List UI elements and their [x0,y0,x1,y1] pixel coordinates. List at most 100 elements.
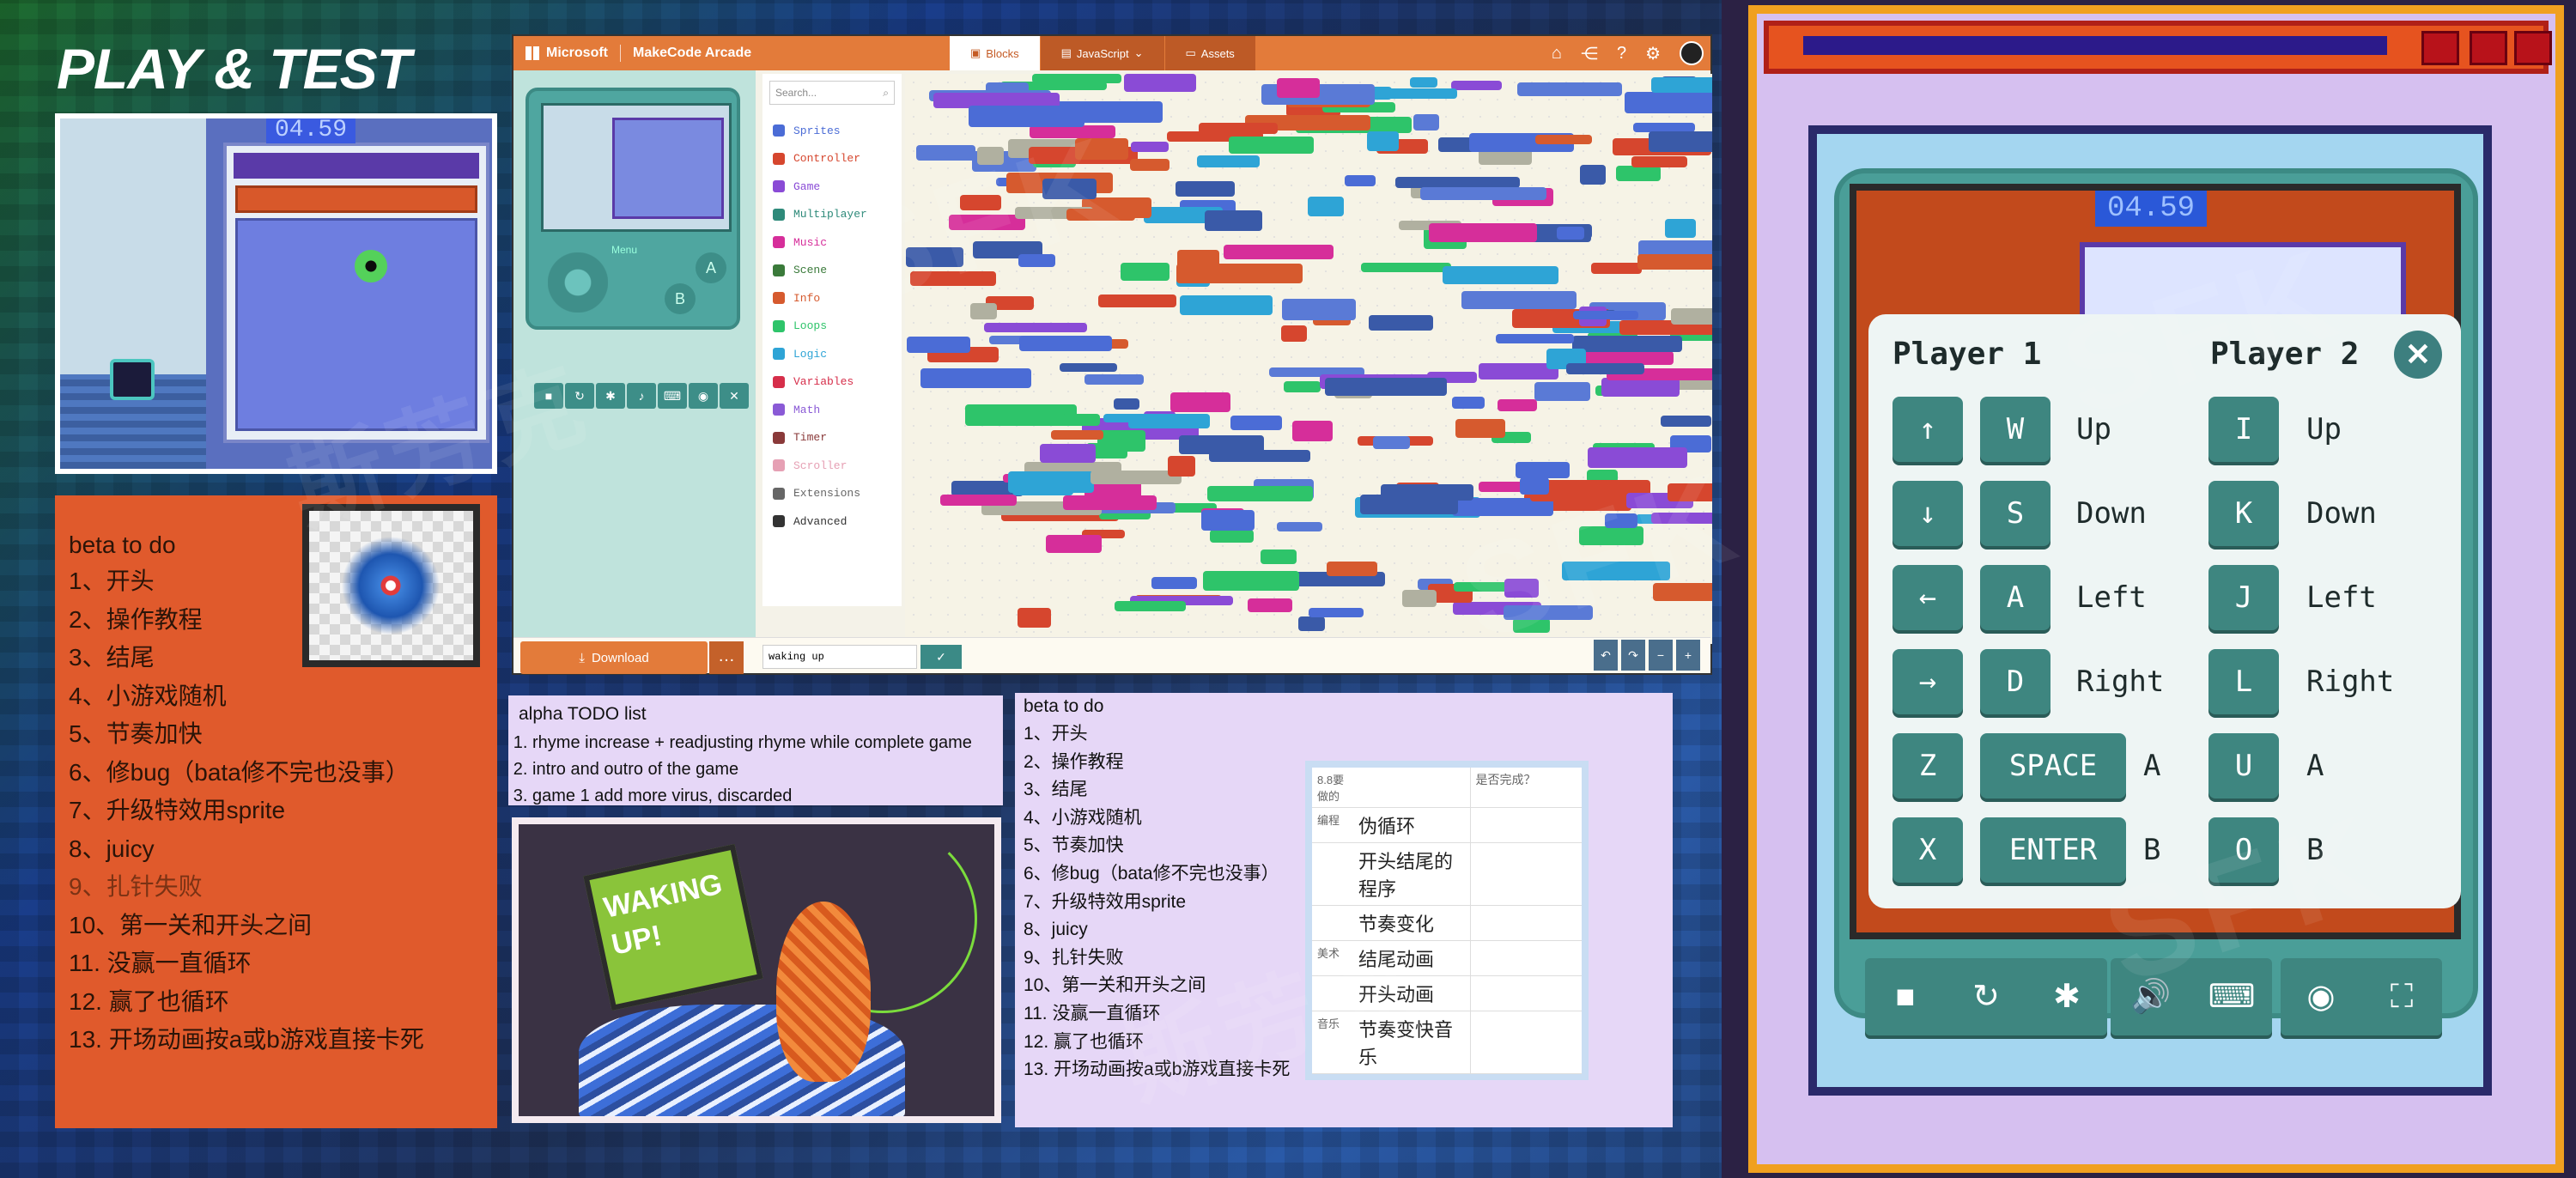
code-block[interactable] [1292,421,1333,441]
toolbox-category-game[interactable]: Game [762,173,902,201]
toolbox-category-advanced[interactable]: Advanced [762,507,902,536]
code-block[interactable] [1230,416,1282,430]
code-block[interactable] [1517,82,1622,96]
code-block[interactable] [907,337,970,353]
code-block[interactable] [1605,513,1637,528]
code-block[interactable] [1042,179,1097,199]
code-block[interactable] [1019,336,1112,351]
code-block[interactable] [1277,78,1320,98]
code-block[interactable] [1520,477,1549,495]
save-button[interactable]: ✓ [920,645,962,669]
code-block[interactable] [1461,291,1577,309]
code-block[interactable] [1203,571,1299,591]
code-block[interactable] [977,147,1004,165]
key-k[interactable]: K [2208,481,2279,546]
simulator-device[interactable]: Menu A B [526,88,740,330]
key-→[interactable]: → [1893,649,1963,714]
key-i[interactable]: I [2208,397,2279,462]
code-block[interactable] [1591,263,1642,274]
tab-javascript[interactable]: ▤ JavaScript ⌄ [1040,36,1165,70]
code-block[interactable] [1651,77,1712,93]
dpad[interactable] [548,252,608,313]
key-w[interactable]: W [1980,397,2050,462]
toolbox-category-timer[interactable]: Timer [762,424,902,452]
gear-icon[interactable]: ⚙ [1645,43,1661,64]
sound-icon[interactable]: 🔊 [2111,958,2191,1035]
code-block[interactable] [910,271,996,286]
key-↓[interactable]: ↓ [1893,481,1963,546]
code-block[interactable] [1580,165,1606,185]
toolbox-category-loops[interactable]: Loops [762,313,902,341]
code-block[interactable] [1207,486,1313,501]
keyboard-icon[interactable]: ⌨ [2191,958,2272,1035]
code-block[interactable] [1369,315,1433,331]
code-block[interactable] [1298,616,1325,631]
debug-icon[interactable]: ✱ [596,383,625,409]
code-block[interactable] [1661,416,1711,427]
code-block[interactable] [1284,381,1321,392]
code-block[interactable] [1201,510,1255,531]
code-block[interactable] [1168,456,1195,477]
fullscreen-icon[interactable]: ✕ [720,383,749,409]
sim-menu-button[interactable]: Menu [611,244,637,256]
restart-icon[interactable]: ↻ [565,383,594,409]
code-block[interactable] [1097,430,1145,452]
code-block[interactable] [969,106,1084,127]
code-block[interactable] [1616,166,1661,181]
code-block[interactable] [1124,74,1196,92]
key-s[interactable]: S [1980,481,2050,546]
code-block[interactable] [1566,363,1644,374]
undo-icon[interactable]: ↶ [1594,640,1618,671]
stop-icon[interactable]: ■ [1865,958,1946,1035]
code-block[interactable] [1413,114,1439,131]
code-block[interactable] [1205,210,1262,231]
key-a[interactable]: A [1980,565,2050,630]
code-block[interactable] [916,145,975,161]
code-block[interactable] [1170,392,1230,412]
code-block[interactable] [1631,156,1687,167]
fullscreen-icon[interactable]: ⛶ [2361,958,2442,1035]
code-block[interactable] [1513,618,1550,633]
code-block[interactable] [1452,397,1485,409]
code-block[interactable] [1649,131,1712,152]
close-icon[interactable]: ✕ [2394,331,2442,379]
code-block[interactable] [1420,187,1546,200]
screenshot-icon[interactable]: ◉ [689,383,718,409]
toolbox-category-music[interactable]: Music [762,228,902,257]
code-block[interactable] [1429,223,1537,242]
screenshot-icon[interactable]: ◉ [2281,958,2361,1035]
code-block[interactable] [1046,535,1102,553]
toolbox-category-scene[interactable]: Scene [762,257,902,285]
code-block[interactable] [1224,245,1334,259]
code-block[interactable] [1402,590,1437,607]
toolbox-category-info[interactable]: Info [762,284,902,313]
code-block[interactable] [920,368,1031,388]
code-block[interactable] [1114,398,1139,410]
code-block[interactable] [1060,363,1117,372]
code-block[interactable] [1130,159,1170,171]
code-block[interactable] [1063,495,1157,510]
key-Z[interactable]: Z [1893,733,1963,798]
code-block[interactable] [1018,608,1051,628]
key-d[interactable]: D [1980,649,2050,714]
help-icon[interactable]: ? [1617,44,1626,64]
code-block[interactable] [1040,444,1096,463]
code-block[interactable] [1282,299,1356,320]
toolbox-category-sprites[interactable]: Sprites [762,117,902,145]
code-block[interactable] [1637,254,1712,270]
code-block[interactable] [1671,308,1712,325]
code-block[interactable] [1534,382,1590,401]
code-block[interactable] [1066,209,1135,221]
code-block[interactable] [1075,138,1128,160]
download-button[interactable]: ⤓ Download [520,641,708,674]
zoom-out-icon[interactable]: − [1649,640,1673,671]
key-l[interactable]: L [2208,649,2279,714]
code-block[interactable] [1103,414,1144,422]
code-block[interactable] [1309,608,1364,617]
keyboard-icon[interactable]: ⌨ [658,383,687,409]
key-enter[interactable]: ENTER [1980,817,2126,883]
code-block[interactable] [1018,254,1055,267]
code-block[interactable] [1325,378,1447,396]
debug-icon[interactable]: ✱ [2026,958,2107,1035]
share-icon[interactable]: ⋲ [1581,43,1598,64]
